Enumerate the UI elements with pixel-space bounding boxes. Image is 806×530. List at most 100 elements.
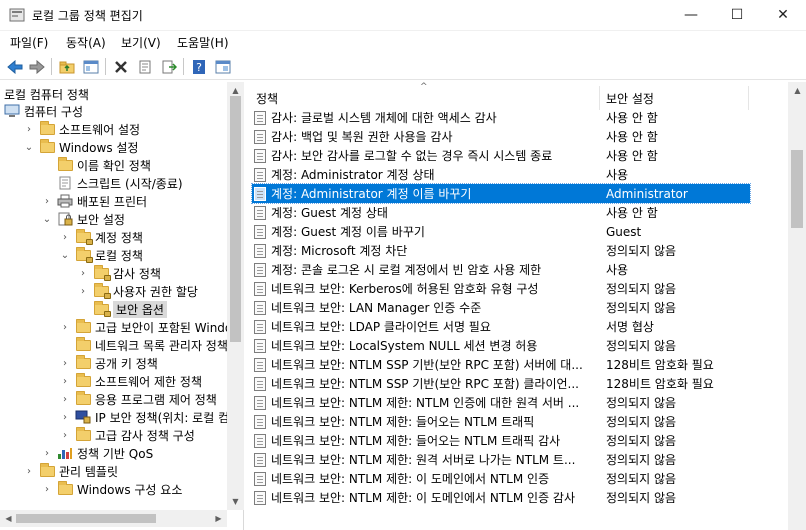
- collapsed-chevron-icon[interactable]: ›: [58, 320, 72, 334]
- export-list-button[interactable]: [159, 57, 179, 77]
- show-hide-tree-icon: [83, 60, 99, 74]
- collapsed-chevron-icon[interactable]: ›: [40, 482, 54, 496]
- policy-row[interactable]: 감사: 보안 감사를 로그할 수 없는 경우 즉시 시스템 종료 사용 안 함: [252, 146, 750, 165]
- policy-row[interactable]: 네트워크 보안: LDAP 클라이언트 서명 필요 서명 협상: [252, 317, 750, 336]
- policy-row[interactable]: 계정: Microsoft 계정 차단 정의되지 않음: [252, 241, 750, 260]
- tree-item[interactable]: ⌄ 보안 설정: [40, 210, 125, 228]
- policy-row[interactable]: 네트워크 보안: Kerberos에 허용된 암호화 유형 구성 정의되지 않음: [252, 279, 750, 298]
- policy-row[interactable]: 네트워크 보안: NTLM 제한: NTLM 인증에 대한 원격 서버 ... 정…: [252, 393, 750, 412]
- policy-name: 계정: Guest 계정 이름 바꾸기: [271, 225, 425, 239]
- tree-scroll-down-icon[interactable]: ▼: [227, 493, 244, 510]
- expanded-chevron-icon[interactable]: ⌄: [40, 212, 54, 226]
- collapsed-chevron-icon[interactable]: ›: [22, 122, 36, 136]
- policy-row[interactable]: 네트워크 보안: NTLM SSP 기반(보안 RPC 포함) 클라이언... 1…: [252, 374, 750, 393]
- expanded-chevron-icon[interactable]: ⌄: [22, 140, 36, 154]
- tree-item[interactable]: 이름 확인 정책: [40, 156, 151, 174]
- policy-name: 네트워크 보안: Kerberos에 허용된 암호화 유형 구성: [271, 282, 539, 296]
- tree-item[interactable]: › 배포된 프린터: [40, 192, 147, 210]
- tree-item[interactable]: › 소프트웨어 제한 정책: [58, 372, 202, 390]
- delete-button[interactable]: [111, 57, 131, 77]
- policy-row[interactable]: 네트워크 보안: LocalSystem NULL 세션 변경 허용 정의되지 않…: [252, 336, 750, 355]
- collapsed-chevron-icon[interactable]: ›: [58, 428, 72, 442]
- expanded-chevron-icon[interactable]: ⌄: [58, 248, 72, 262]
- menu-file[interactable]: 파일(F): [10, 34, 48, 51]
- tree-item[interactable]: 컴퓨터 구성: [4, 102, 83, 120]
- folder-icon: [39, 138, 55, 154]
- policy-row[interactable]: 계정: Administrator 계정 이름 바꾸기 Administrator: [251, 183, 751, 204]
- tree-item[interactable]: ⌄ 로컬 정책: [58, 246, 143, 264]
- policy-row[interactable]: 네트워크 보안: NTLM 제한: 이 도메인에서 NTLM 인증 정의되지 않음: [252, 469, 750, 488]
- tree-item[interactable]: › 고급 보안이 포함된 Window: [58, 318, 242, 336]
- collapsed-chevron-icon[interactable]: ›: [58, 392, 72, 406]
- tree-item[interactable]: › IP 보안 정책(위치: 로컬 컴: [58, 408, 229, 426]
- minimize-button[interactable]: —: [668, 0, 714, 30]
- policy-row[interactable]: 네트워크 보안: NTLM 제한: 원격 서버로 나가는 NTLM 트... 정의…: [252, 450, 750, 469]
- tree-item[interactable]: 보안 옵션: [76, 300, 167, 318]
- policy-row[interactable]: 감사: 글로벌 시스템 개체에 대한 액세스 감사 사용 안 함: [252, 108, 750, 127]
- tree-scroll-right-icon[interactable]: ▶: [210, 510, 227, 527]
- policy-row[interactable]: 네트워크 보안: LAN Manager 인증 수준 정의되지 않음: [252, 298, 750, 317]
- menu-action[interactable]: 동작(A): [66, 34, 106, 51]
- security-setting-value: Guest: [606, 224, 642, 239]
- collapsed-chevron-icon[interactable]: ›: [58, 230, 72, 244]
- back-button[interactable]: [5, 57, 25, 77]
- security-folder-icon: [75, 246, 93, 263]
- list-vertical-scroll-thumb[interactable]: [791, 150, 803, 228]
- policy-row[interactable]: 네트워크 보안: NTLM 제한: 들어오는 NTLM 트래픽 감사 정의되지 않…: [252, 431, 750, 450]
- tree-item[interactable]: › 고급 감사 정책 구성: [58, 426, 195, 444]
- column-separator[interactable]: [599, 86, 600, 110]
- close-button[interactable]: ✕: [760, 0, 806, 30]
- tree-item[interactable]: › 관리 템플릿: [22, 462, 118, 480]
- column-header-policy[interactable]: 정책: [256, 86, 600, 110]
- tree-item[interactable]: › 소프트웨어 설정: [22, 120, 140, 138]
- tree-item[interactable]: ⌄ Windows 설정: [22, 138, 138, 156]
- tree-root-local-computer-policy[interactable]: 로컬 컴퓨터 정책: [4, 86, 89, 103]
- up-folder-button[interactable]: [57, 57, 77, 77]
- properties-button[interactable]: [135, 57, 155, 77]
- security-folder-icon: [93, 264, 111, 281]
- policy-row[interactable]: 네트워크 보안: NTLM SSP 기반(보안 RPC 포함) 서버에 대...…: [252, 355, 750, 374]
- tree-scroll-left-icon[interactable]: ◀: [0, 510, 17, 527]
- collapsed-chevron-icon[interactable]: ›: [40, 446, 54, 460]
- view-icon: [215, 60, 231, 74]
- tree-item[interactable]: › 공개 키 정책: [58, 354, 158, 372]
- tree-item[interactable]: 스크립트 (시작/종료): [40, 174, 183, 192]
- collapsed-chevron-icon[interactable]: ›: [22, 464, 36, 478]
- maximize-button[interactable]: ☐: [714, 0, 760, 30]
- policy-row[interactable]: 네트워크 보안: NTLM 제한: 들어오는 NTLM 트래픽 정의되지 않음: [252, 412, 750, 431]
- policy-row[interactable]: 네트워크 보안: NTLM 제한: 이 도메인에서 NTLM 인증 감사 정의되지…: [252, 488, 750, 507]
- collapsed-chevron-icon[interactable]: ›: [40, 194, 54, 208]
- policy-row[interactable]: 계정: Guest 계정 이름 바꾸기 Guest: [252, 222, 750, 241]
- tree-item[interactable]: › 응용 프로그램 제어 정책: [58, 390, 217, 408]
- policy-name: 네트워크 보안: NTLM 제한: 이 도메인에서 NTLM 인증: [271, 472, 550, 486]
- show-hide-tree-button[interactable]: [81, 57, 101, 77]
- policy-row[interactable]: 계정: 콘솔 로그온 시 로컬 계정에서 빈 암호 사용 제한 사용: [252, 260, 750, 279]
- tree-item[interactable]: › 계정 정책: [58, 228, 143, 246]
- folder-icon: [39, 120, 55, 136]
- collapsed-chevron-icon[interactable]: ›: [58, 410, 72, 424]
- view-button[interactable]: [213, 57, 233, 77]
- collapsed-chevron-icon[interactable]: ›: [58, 356, 72, 370]
- tree-item[interactable]: › Windows 구성 요소: [40, 480, 182, 498]
- collapsed-chevron-icon[interactable]: ›: [58, 374, 72, 388]
- help-button[interactable]: ?: [189, 57, 209, 77]
- column-separator[interactable]: [748, 86, 749, 110]
- column-header-security-setting[interactable]: 보안 설정: [606, 86, 746, 110]
- policy-row[interactable]: 계정: Guest 계정 상태 사용 안 함: [252, 203, 750, 222]
- tree-horizontal-scroll-thumb[interactable]: [16, 514, 156, 523]
- tree-item[interactable]: 네트워크 목록 관리자 정책: [58, 336, 228, 354]
- policy-row[interactable]: 감사: 백업 및 복원 권한 사용을 감사 사용 안 함: [252, 127, 750, 146]
- collapsed-chevron-icon[interactable]: ›: [76, 266, 90, 280]
- menu-help[interactable]: 도움말(H): [177, 34, 229, 51]
- tree-item[interactable]: › 감사 정책: [76, 264, 161, 282]
- forward-button[interactable]: [27, 57, 47, 77]
- collapsed-chevron-icon[interactable]: ›: [76, 284, 90, 298]
- policy-document-icon: [252, 376, 268, 391]
- tree-item[interactable]: › 정책 기반 QoS: [40, 444, 153, 462]
- menu-view[interactable]: 보기(V): [121, 34, 161, 51]
- tree-vertical-scroll-thumb[interactable]: [230, 96, 241, 342]
- policy-row[interactable]: 계정: Administrator 계정 상태 사용: [252, 165, 750, 184]
- list-scroll-up-icon[interactable]: ▲: [789, 82, 806, 99]
- policy-document-icon: [252, 452, 268, 467]
- tree-item[interactable]: › 사용자 권한 할당: [76, 282, 198, 300]
